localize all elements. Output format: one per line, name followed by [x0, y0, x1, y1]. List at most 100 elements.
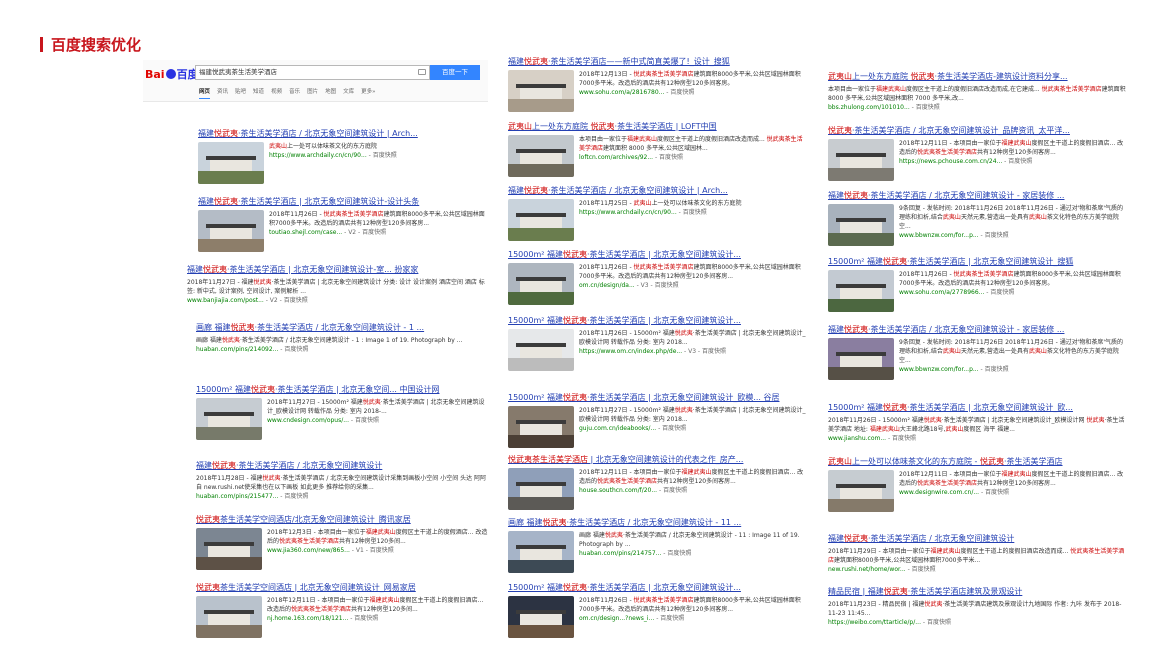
result-title-link[interactable]: 武夷山上一处可以体味茶文化的东方庭院 - 悦武夷·茶生活美学酒店: [828, 456, 1128, 467]
cache-snapshot-link[interactable]: - 百度快照: [981, 489, 1009, 496]
cache-snapshot-link[interactable]: - 百度快照: [658, 425, 686, 432]
result-title-link[interactable]: 福建悦武夷·茶生活美学酒店——新中式简直美爆了!_设计_搜狐: [508, 56, 808, 67]
result-thumbnail[interactable]: [196, 596, 262, 638]
result-title-link[interactable]: 福建悦武夷·茶生活美学酒店 | 北京无象空间建筑设计-室... 扮家家: [187, 264, 488, 275]
result-title-link[interactable]: 15000m² 福建悦武夷·茶生活美学酒店 | 北京无象空间建筑设计...: [508, 582, 808, 593]
result-title-link[interactable]: 福建悦武夷·茶生活美学酒店 / 北京无象空间建筑设计 | Arch...: [198, 128, 488, 139]
result-url[interactable]: www.bbwnzw.com/for...p... - 百度快照: [899, 365, 1128, 374]
result-thumbnail[interactable]: [828, 139, 894, 181]
cache-snapshot-link[interactable]: - 百度快照: [280, 493, 308, 500]
result-url[interactable]: www.banjiajia.com/post... - V2 - 百度快照: [187, 296, 488, 305]
cache-snapshot-link[interactable]: - V3 - 百度快照: [684, 348, 726, 355]
cache-snapshot-link[interactable]: - 百度快照: [679, 209, 707, 216]
tab-6[interactable]: 图片: [307, 87, 318, 99]
result-title-link[interactable]: 15000m² 福建悦武夷·茶生活美学酒店 | 北京无象空间... 中国设计网: [196, 384, 488, 395]
result-url[interactable]: huaban.com/pins/215477... - 百度快照: [196, 492, 488, 501]
result-title-link[interactable]: 武夷山上一处东方庭院 悦武夷·茶生活美学酒店-建筑设计资料分享...: [828, 71, 1128, 82]
cache-snapshot-link[interactable]: - 百度快照: [280, 346, 308, 353]
result-thumbnail[interactable]: [508, 596, 574, 638]
result-thumbnail[interactable]: [508, 263, 574, 305]
result-title-link[interactable]: 15000m² 福建悦武夷·茶生活美学酒店 | 北京无象空间建筑设计_欧...: [828, 402, 1128, 413]
cache-snapshot-link[interactable]: - 百度快照: [981, 232, 1009, 239]
result-thumbnail[interactable]: [508, 468, 574, 510]
cache-snapshot-link[interactable]: - 百度快照: [923, 619, 951, 626]
result-thumbnail[interactable]: [196, 398, 262, 440]
result-url[interactable]: loftcn.com/archives/92... - 百度快照: [579, 153, 808, 162]
result-title-link[interactable]: 画廊 福建悦武夷·茶生活美学酒店 / 北京无象空间建筑设计 - 1 ...: [196, 322, 488, 333]
result-thumbnail[interactable]: [508, 199, 574, 241]
cache-snapshot-link[interactable]: - 百度快照: [908, 566, 936, 573]
result-thumbnail[interactable]: [828, 270, 894, 312]
cache-snapshot-link[interactable]: - 百度快照: [981, 366, 1009, 373]
result-url[interactable]: www.cndesign.com/opus/... - 百度快照: [267, 416, 488, 425]
tab-4[interactable]: 视频: [271, 87, 282, 99]
cache-snapshot-link[interactable]: - 百度快照: [655, 154, 683, 161]
result-thumbnail[interactable]: [828, 204, 894, 246]
result-title-link[interactable]: 福建悦武夷·茶生活美学酒店 / 北京无象空间建筑设计 | Arch...: [508, 185, 808, 196]
baidu-logo[interactable]: Bai 百度: [145, 66, 199, 82]
result-url[interactable]: https://news.pchouse.com.cn/24... - 百度快照: [899, 157, 1128, 166]
result-url[interactable]: guju.com.cn/ideabooks/... - 百度快照: [579, 424, 808, 433]
tab-9[interactable]: 更多»: [361, 87, 375, 99]
tab-3[interactable]: 知道: [253, 87, 264, 99]
result-title-link[interactable]: 福建悦武夷·茶生活美学酒店 / 北京无象空间建筑设计 - 家居装修 ...: [828, 324, 1128, 335]
cache-snapshot-link[interactable]: - V3 - 百度快照: [637, 282, 679, 289]
result-title-link[interactable]: 武夷山上一处东方庭院 悦武夷·茶生活美学酒店 | LOFT中国: [508, 121, 808, 132]
result-thumbnail[interactable]: [508, 135, 574, 177]
result-title-link[interactable]: 福建悦武夷·茶生活美学酒店 / 北京无象空间建筑设计: [828, 533, 1128, 544]
result-title-link[interactable]: 福建悦武夷·茶生活美学酒店 | 北京无象空间建筑设计-设计头条: [198, 196, 488, 207]
result-title-link[interactable]: 画廊 福建悦武夷·茶生活美学酒店 / 北京无象空间建筑设计 - 11 ...: [508, 517, 808, 528]
tab-8[interactable]: 文库: [343, 87, 354, 99]
result-url[interactable]: www.designwire.com.cn/... - 百度快照: [899, 488, 1128, 497]
result-url[interactable]: huaban.com/pins/214092... - 百度快照: [196, 345, 488, 354]
result-url[interactable]: new.rushi.net/home/wor... - 百度快照: [828, 565, 1128, 574]
result-url[interactable]: https://www.om.cn/index.php/de... - V3 -…: [579, 347, 808, 356]
result-title-link[interactable]: 福建悦武夷·茶生活美学酒店 / 北京无象空间建筑设计 - 家居装修 ...: [828, 190, 1128, 201]
cache-snapshot-link[interactable]: - 百度快照: [663, 550, 691, 557]
cache-snapshot-link[interactable]: - 百度快照: [659, 487, 687, 494]
cache-snapshot-link[interactable]: - V2 - 百度快照: [266, 297, 308, 304]
cache-snapshot-link[interactable]: - 百度快照: [656, 615, 684, 622]
result-thumbnail[interactable]: [508, 531, 574, 573]
result-title-link[interactable]: 福建悦武夷·茶生活美学酒店 / 北京无象空间建筑设计: [196, 460, 488, 471]
result-url[interactable]: https://www.archdaily.cn/cn/90... - 百度快照: [579, 208, 808, 217]
result-title-link[interactable]: 15000m² 福建悦武夷·茶生活美学酒店 | 北京无象空间建筑设计...: [508, 249, 808, 260]
result-url[interactable]: nj.home.163.com/18/121... - 百度快照: [267, 614, 488, 623]
search-input[interactable]: 福建悦武夷茶生活美学酒店: [195, 65, 430, 80]
result-title-link[interactable]: 15000m² 福建悦武夷·茶生活美学酒店 | 北京无象空间建筑设计...: [508, 315, 808, 326]
result-thumbnail[interactable]: [508, 406, 574, 448]
result-url[interactable]: www.jia360.com/new/865... - V1 - 百度快照: [267, 546, 488, 555]
result-title-link[interactable]: 悦武夷茶生活美学空间酒店/北京无象空间建筑设计_腾讯家居: [196, 514, 488, 525]
result-title-link[interactable]: 15000m² 福建悦武夷·茶生活美学酒店 | 北京无象空间建筑设计_欧模...…: [508, 392, 808, 403]
result-thumbnail[interactable]: [508, 329, 574, 371]
tab-7[interactable]: 地图: [325, 87, 336, 99]
result-url[interactable]: www.jianshu.com... - 百度快照: [828, 434, 1128, 443]
result-url[interactable]: www.sohu.com/a/2816780... - 百度快照: [579, 88, 808, 97]
result-url[interactable]: https://www.archdaily.cn/cn/90... - 百度快照: [269, 151, 488, 160]
cache-snapshot-link[interactable]: - 百度快照: [986, 289, 1014, 296]
cache-snapshot-link[interactable]: - 百度快照: [1004, 158, 1032, 165]
cache-snapshot-link[interactable]: - V2 - 百度快照: [344, 229, 386, 236]
result-title-link[interactable]: 悦武夷茶生活美学空间酒店 | 北京无象空间建筑设计_网易家居: [196, 582, 488, 593]
result-url[interactable]: huaban.com/pins/214757... - 百度快照: [579, 549, 808, 558]
result-title-link[interactable]: 悦武夷茶生活美学酒店 | 北京无象空间建筑设计的代表之作_房产...: [508, 454, 808, 465]
result-thumbnail[interactable]: [508, 70, 574, 112]
cache-snapshot-link[interactable]: - 百度快照: [369, 152, 397, 159]
result-title-link[interactable]: 15000m² 福建悦武夷·茶生活美学酒店 | 北京无象空间建筑设计_搜狐: [828, 256, 1128, 267]
cache-snapshot-link[interactable]: - 百度快照: [350, 615, 378, 622]
cache-snapshot-link[interactable]: - 百度快照: [351, 417, 379, 424]
result-url[interactable]: www.sohu.com/a/2778966... - 百度快照: [899, 288, 1128, 297]
cache-snapshot-link[interactable]: - 百度快照: [666, 89, 694, 96]
result-url[interactable]: bbs.zhulong.com/101010... - 百度快照: [828, 103, 1128, 112]
result-url[interactable]: om.cn/design...?news_i... - 百度快照: [579, 614, 808, 623]
tab-0[interactable]: 网页: [199, 87, 211, 99]
result-thumbnail[interactable]: [198, 142, 264, 184]
search-button[interactable]: 百度一下: [430, 65, 480, 80]
result-title-link[interactable]: 精品民宿 | 福建悦武夷·茶生活美学酒店建筑及景观设计: [828, 586, 1128, 597]
result-thumbnail[interactable]: [828, 470, 894, 512]
result-title-link[interactable]: 悦武夷·茶生活美学酒店 / 北京无象空间建筑设计_品牌资讯_太平洋...: [828, 125, 1128, 136]
tab-2[interactable]: 贴吧: [235, 87, 246, 99]
result-url[interactable]: toutiao.shejl.com/case... - V2 - 百度快照: [269, 228, 488, 237]
result-thumbnail[interactable]: [196, 528, 262, 570]
cache-snapshot-link[interactable]: - V1 - 百度快照: [352, 547, 394, 554]
